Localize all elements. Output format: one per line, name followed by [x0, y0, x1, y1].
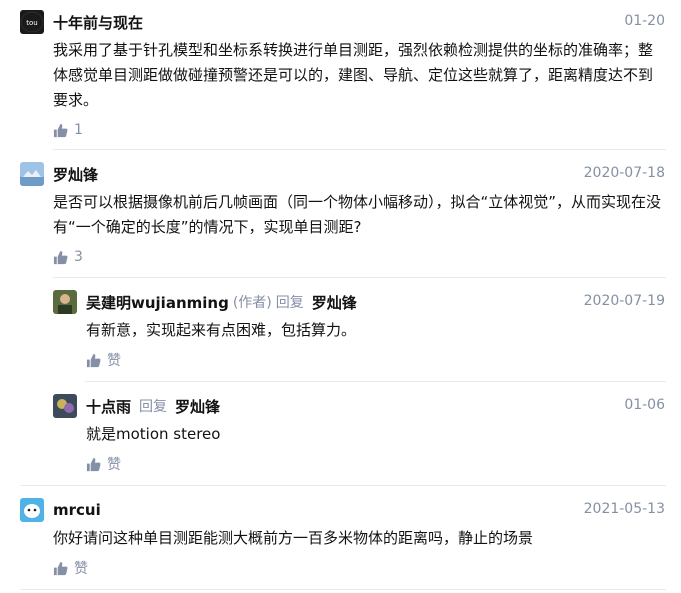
comment-author[interactable]: 十年前与现在 [53, 12, 143, 33]
like-button[interactable]: 赞 [53, 558, 665, 578]
comment-date: 2020-07-18 [583, 165, 665, 181]
reply-body: 有新意，实现起来有点困难，包括算力。 [86, 321, 357, 339]
like-count: 3 [74, 249, 83, 265]
thumbs-up-icon [86, 457, 101, 472]
reply-author[interactable]: 十点雨 [86, 396, 131, 417]
divider [53, 149, 666, 150]
reply-author[interactable]: 吴建明wujianming [86, 292, 229, 313]
comment-body: 是否可以根据摄像机前后几帧画面（同一个物体小幅移动），拟合“立体视觉”，从而实现… [53, 193, 662, 236]
author-tag: (作者) [232, 295, 272, 311]
reply-target[interactable]: 罗灿锋 [175, 396, 220, 417]
reply-date: 2020-07-19 [583, 293, 665, 309]
reply-item: 吴建明wujianming (作者) 回复 罗灿锋 2020-07-19 有新意… [53, 290, 665, 370]
like-label: 赞 [107, 457, 121, 473]
comment-author[interactable]: mrcui [53, 501, 101, 519]
reply-keyword: 回复 [275, 295, 304, 311]
divider [20, 589, 666, 590]
comment-date: 01-20 [624, 13, 665, 29]
avatar[interactable] [20, 162, 44, 186]
thumbs-up-icon [53, 250, 68, 265]
like-button[interactable]: 3 [53, 247, 665, 267]
comment-author[interactable]: 罗灿锋 [53, 164, 98, 185]
like-button[interactable]: 赞 [86, 454, 665, 474]
reply-header: 十点雨 回复 罗灿锋 01-06 [53, 394, 665, 418]
comment-item: 罗灿锋 2020-07-18 是否可以根据摄像机前后几帧画面（同一个物体小幅移动… [20, 162, 665, 267]
reply-date: 01-06 [624, 397, 665, 413]
reply-body: 就是motion stereo [86, 425, 221, 443]
comment-body: 你好请问这种单目测距能测大概前方一百多米物体的距离吗，静止的场景 [53, 529, 534, 547]
comment-header: mrcui 2021-05-13 [20, 498, 665, 522]
divider [53, 277, 666, 278]
reply-header: 吴建明wujianming (作者) 回复 罗灿锋 2020-07-19 [53, 290, 665, 314]
comment-header: tou 十年前与现在 01-20 [20, 10, 665, 34]
thumbs-up-icon [86, 353, 101, 368]
like-label: 赞 [74, 561, 88, 577]
avatar[interactable]: tou [20, 10, 44, 34]
like-button[interactable]: 赞 [86, 350, 665, 370]
like-label: 赞 [107, 353, 121, 369]
avatar[interactable] [20, 498, 44, 522]
comment-header: 罗灿锋 2020-07-18 [20, 162, 665, 186]
thumbs-up-icon [53, 123, 68, 138]
reply-keyword: 回复 [139, 399, 168, 415]
divider [85, 381, 666, 382]
svg-text:tou: tou [26, 19, 37, 27]
reply-item: 十点雨 回复 罗灿锋 01-06 就是motion stereo 赞 [53, 394, 665, 474]
like-button[interactable]: 1 [53, 120, 665, 140]
reply-target[interactable]: 罗灿锋 [312, 292, 357, 313]
comment-thread: tou 十年前与现在 01-20 我采用了基于针孔模型和坐标系转换进行单目测距，… [0, 0, 681, 593]
comment-item: tou 十年前与现在 01-20 我采用了基于针孔模型和坐标系转换进行单目测距，… [20, 10, 665, 140]
divider [20, 485, 666, 486]
like-count: 1 [74, 122, 83, 138]
comment-date: 2021-05-13 [583, 501, 665, 517]
avatar[interactable] [53, 290, 77, 314]
avatar[interactable] [53, 394, 77, 418]
comment-item: mrcui 2021-05-13 你好请问这种单目测距能测大概前方一百多米物体的… [20, 498, 665, 578]
thumbs-up-icon [53, 561, 68, 576]
comment-body: 我采用了基于针孔模型和坐标系转换进行单目测距，强烈依赖检测提供的坐标的准确率；整… [53, 41, 654, 109]
